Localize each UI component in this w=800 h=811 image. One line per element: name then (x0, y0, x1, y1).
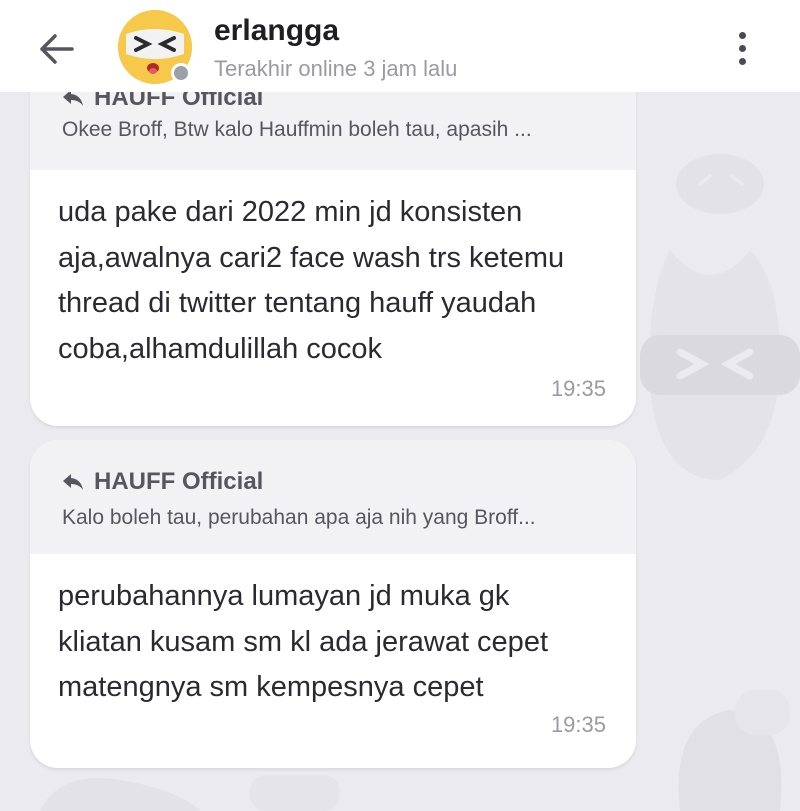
more-vertical-icon (738, 31, 746, 39)
contact-name[interactable]: erlangga (214, 14, 339, 48)
quote-text: Kalo boleh tau, perubahan apa aja nih ya… (62, 506, 536, 529)
quote-text: Okee Broff, Btw kalo Hauffmin boleh tau,… (62, 118, 532, 141)
more-vertical-icon (738, 57, 746, 65)
message-timestamp: 19:35 (550, 376, 606, 401)
quote-author: HAUFF Official (62, 468, 263, 496)
back-button[interactable] (36, 28, 78, 70)
message-text: uda pake dari 2022 min jd konsisten aja,… (58, 196, 565, 365)
status-indicator (171, 63, 191, 83)
reply-arrow-icon (63, 474, 83, 490)
sticker-decoration-icon (40, 775, 340, 811)
last-seen-status: Terakhir online 3 jam lalu (214, 56, 458, 81)
message-timestamp: 19:35 (550, 712, 606, 737)
quote-author-name: HAUFF Official (94, 468, 264, 495)
sticker-decoration-icon (678, 690, 790, 811)
sticker-decoration-icon (676, 154, 764, 214)
chat-header: erlangga Terakhir online 3 jam lalu (0, 0, 800, 92)
message-bubble[interactable]: HAUFF Official Kalo boleh tau, perubahan… (30, 440, 636, 768)
arrow-left-icon (40, 34, 74, 64)
reply-quote[interactable]: HAUFF Official Kalo boleh tau, perubahan… (30, 440, 636, 554)
more-options-button[interactable] (722, 28, 762, 68)
message-bubble[interactable]: HAUFF Official Okee Broff, Btw kalo Hauf… (30, 60, 636, 426)
sticker-decoration-icon (640, 250, 800, 480)
message-text: perubahannya lumayan jd muka gk kliatan … (58, 580, 548, 703)
more-vertical-icon (738, 44, 746, 52)
